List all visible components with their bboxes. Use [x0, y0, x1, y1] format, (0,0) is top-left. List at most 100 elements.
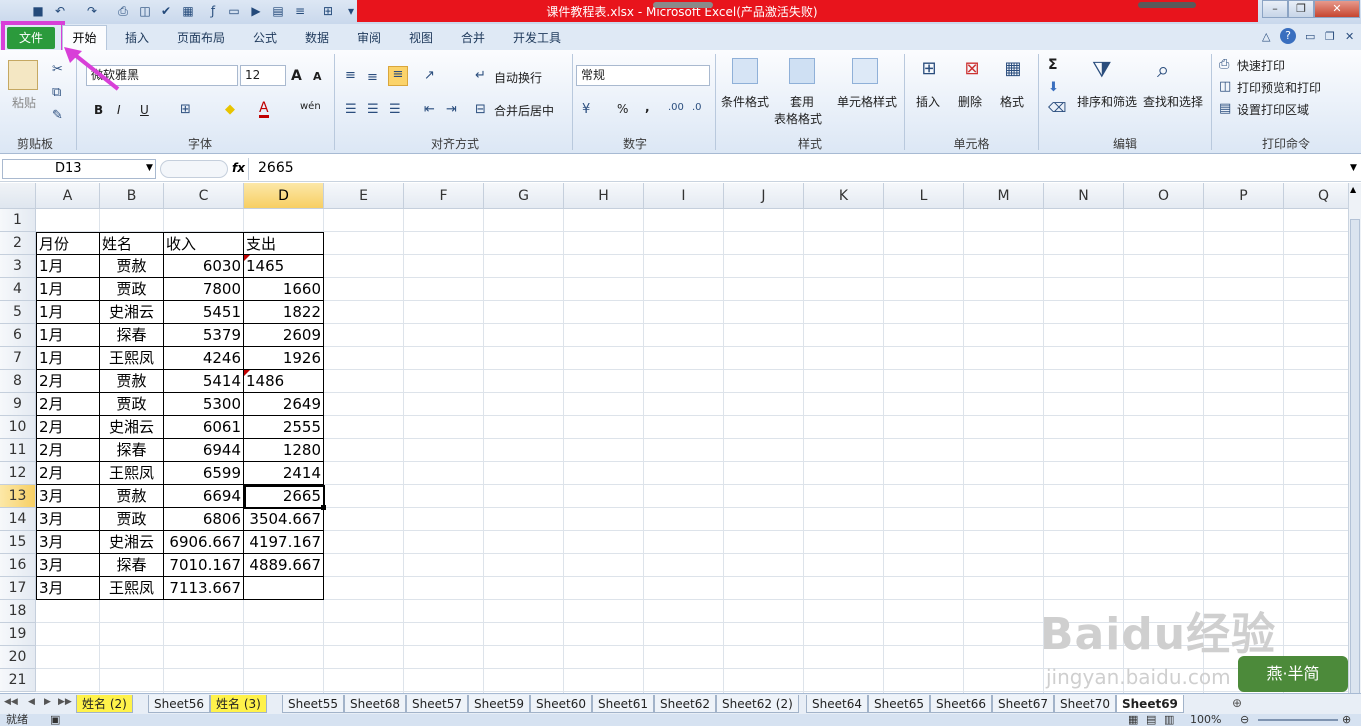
zoom-out-icon[interactable]: ⊖	[1240, 714, 1249, 726]
cell-d14[interactable]: 3504.667	[244, 508, 324, 531]
row-header-7[interactable]: 7	[0, 347, 36, 370]
paste-button[interactable]: 粘贴	[12, 94, 36, 111]
column-header-e[interactable]: E	[324, 183, 404, 209]
tab-view[interactable]: 视图	[409, 29, 433, 46]
sheet-tab[interactable]: Sheet59	[468, 695, 530, 713]
cell-d7[interactable]: 1926	[244, 347, 324, 370]
column-header-g[interactable]: G	[484, 183, 564, 209]
row-header-2[interactable]: 2	[0, 232, 36, 255]
cell-c9[interactable]: 5300	[164, 393, 244, 416]
select-all-corner[interactable]	[0, 183, 36, 209]
row-header-18[interactable]: 18	[0, 600, 36, 623]
sort-filter-button[interactable]: 排序和筛选	[1077, 93, 1137, 110]
cell-d3[interactable]: 1465	[244, 255, 324, 278]
workbook-restore-icon[interactable]: ❐	[1325, 30, 1335, 43]
cell-b16[interactable]: 探春	[100, 554, 164, 577]
name-box[interactable]: D13	[2, 159, 156, 179]
row-header-16[interactable]: 16	[0, 554, 36, 577]
cell-b7[interactable]: 王熙凤	[100, 347, 164, 370]
insert-function-button[interactable]: fx	[232, 161, 245, 175]
format-painter-icon[interactable]: ✎	[52, 108, 63, 123]
cell-a15[interactable]: 3月	[36, 531, 100, 554]
wrap-text-icon[interactable]: ↵	[475, 68, 486, 83]
quick-print-button[interactable]: 快速打印	[1237, 57, 1285, 74]
sheet-tab[interactable]: Sheet56	[148, 695, 210, 713]
sheet-tab[interactable]: Sheet55	[282, 695, 344, 713]
insert-cells-icon[interactable]: ⊞	[915, 58, 943, 86]
sheet-tab[interactable]: Sheet62 (2)	[716, 695, 799, 713]
wrap-text-button[interactable]: 自动换行	[494, 69, 542, 86]
save-icon[interactable]: ■	[30, 3, 46, 19]
cell-b9[interactable]: 贾政	[100, 393, 164, 416]
format-table-button-line2[interactable]: 表格格式	[774, 110, 822, 127]
row-header-14[interactable]: 14	[0, 508, 36, 531]
restore-button[interactable]: ❐	[1288, 0, 1314, 18]
sheet-tab[interactable]: Sheet67	[992, 695, 1054, 713]
cell-a8[interactable]: 2月	[36, 370, 100, 393]
cell-c13[interactable]: 6694	[164, 485, 244, 508]
cell-b2[interactable]: 姓名	[100, 232, 164, 255]
cell-a5[interactable]: 1月	[36, 301, 100, 324]
align-icon[interactable]: ≡	[292, 3, 308, 19]
column-header-c[interactable]: C	[164, 183, 244, 209]
cell-b8[interactable]: 贾赦	[100, 370, 164, 393]
first-sheet-icon[interactable]: ◀◀	[4, 697, 18, 707]
print-preview-icon[interactable]: ◫	[1219, 79, 1231, 94]
cell-a4[interactable]: 1月	[36, 278, 100, 301]
cell-c6[interactable]: 5379	[164, 324, 244, 347]
currency-icon[interactable]: ¥	[582, 102, 590, 117]
scroll-thumb[interactable]	[1350, 219, 1360, 699]
cell-b12[interactable]: 王熙凤	[100, 462, 164, 485]
sheet-tab[interactable]: 姓名 (2)	[76, 695, 133, 713]
grow-font-button[interactable]: A	[291, 68, 302, 84]
redo-icon[interactable]: ↷	[84, 3, 100, 19]
cell-d9[interactable]: 2649	[244, 393, 324, 416]
formula-bar-handle[interactable]	[160, 160, 228, 178]
cell-a9[interactable]: 2月	[36, 393, 100, 416]
cell-b10[interactable]: 史湘云	[100, 416, 164, 439]
cell-c11[interactable]: 6944	[164, 439, 244, 462]
comma-button[interactable]: ,	[645, 100, 650, 114]
borders-icon[interactable]: ⊞	[320, 3, 336, 19]
column-header-m[interactable]: M	[964, 183, 1044, 209]
column-header-k[interactable]: K	[804, 183, 884, 209]
align-center-icon[interactable]: ☰	[367, 102, 379, 117]
align-middle-icon[interactable]: ≡	[367, 70, 378, 85]
cell-a17[interactable]: 3月	[36, 577, 100, 600]
sheet-tab[interactable]: Sheet69	[1116, 695, 1184, 713]
cell-a16[interactable]: 3月	[36, 554, 100, 577]
tab-merge[interactable]: 合并	[461, 29, 485, 46]
row-header-10[interactable]: 10	[0, 416, 36, 439]
next-sheet-icon[interactable]: ▶	[44, 697, 51, 707]
cell-d6[interactable]: 2609	[244, 324, 324, 347]
cell-d5[interactable]: 1822	[244, 301, 324, 324]
page-layout-view-icon[interactable]: ▤	[1146, 714, 1156, 726]
print-area-button[interactable]: 设置打印区域	[1237, 101, 1309, 118]
workbook-close-icon[interactable]: ✕	[1345, 30, 1354, 43]
row-header-5[interactable]: 5	[0, 301, 36, 324]
autosum-button[interactable]: Σ	[1048, 57, 1058, 73]
row-header-9[interactable]: 9	[0, 393, 36, 416]
cell-a14[interactable]: 3月	[36, 508, 100, 531]
cell-c16[interactable]: 7010.167	[164, 554, 244, 577]
function-icon[interactable]: ƒ	[205, 3, 221, 19]
tab-review[interactable]: 审阅	[357, 29, 381, 46]
tab-page-layout[interactable]: 页面布局	[177, 29, 225, 46]
cell-b6[interactable]: 探春	[100, 324, 164, 347]
align-bottom-icon[interactable]: ≡	[388, 66, 408, 86]
sheet-tab[interactable]: Sheet64	[806, 695, 868, 713]
cell-c17[interactable]: 7113.667	[164, 577, 244, 600]
cell-a13[interactable]: 3月	[36, 485, 100, 508]
zoom-in-icon[interactable]: ⊕	[1342, 714, 1351, 726]
help-icon[interactable]: ?	[1280, 28, 1296, 44]
cell-d15[interactable]: 4197.167	[244, 531, 324, 554]
sheet-tab[interactable]: Sheet57	[406, 695, 468, 713]
column-header-b[interactable]: B	[100, 183, 164, 209]
sort-filter-icon[interactable]: ⧩	[1092, 58, 1112, 83]
page-break-view-icon[interactable]: ▥	[1164, 714, 1174, 726]
underline-button[interactable]: U	[140, 103, 149, 117]
sheet-tab[interactable]: Sheet62	[654, 695, 716, 713]
increase-decimal-icon[interactable]: .00	[668, 102, 684, 113]
phonetic-button[interactable]: wén	[300, 101, 321, 112]
calculator-icon[interactable]: ▦	[180, 3, 196, 19]
